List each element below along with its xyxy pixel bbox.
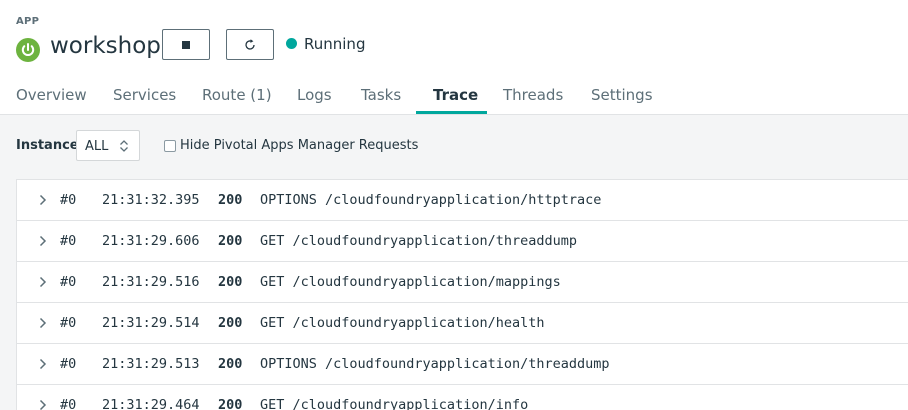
trace-time: 21:31:29.516: [102, 274, 200, 290]
trace-status-code: 200: [218, 356, 243, 372]
tab-overview[interactable]: Overview: [16, 86, 87, 104]
trace-time: 21:31:29.464: [102, 397, 200, 410]
trace-list: #0 21:31:32.395 200 OPTIONS /cloudfoundr…: [16, 179, 908, 410]
stop-app-button[interactable]: [162, 29, 210, 60]
trace-row[interactable]: #0 21:31:29.514 200 GET /cloudfoundryapp…: [17, 303, 908, 344]
trace-id: #0: [60, 192, 77, 208]
chevron-right-icon[interactable]: [38, 358, 48, 370]
tab-logs[interactable]: Logs: [297, 86, 332, 104]
trace-row[interactable]: #0 21:31:29.516 200 GET /cloudfoundryapp…: [17, 262, 908, 303]
trace-id: #0: [60, 397, 77, 410]
tab-threads[interactable]: Threads: [503, 86, 563, 104]
sort-arrows-icon: [120, 140, 128, 152]
tab-settings[interactable]: Settings: [591, 86, 653, 104]
trace-request: OPTIONS /cloudfoundryapplication/threadd…: [260, 356, 610, 372]
trace-row[interactable]: #0 21:31:29.464 200 GET /cloudfoundryapp…: [17, 385, 908, 410]
trace-request: GET /cloudfoundryapplication/info: [260, 397, 529, 410]
stop-icon: [182, 41, 190, 49]
trace-request: GET /cloudfoundryapplication/threaddump: [260, 233, 577, 249]
trace-panel: Instance ALL Hide Pivotal Apps Manager R…: [0, 114, 908, 410]
restart-app-button[interactable]: [226, 29, 274, 60]
app-status: Running: [304, 35, 366, 53]
trace-time: 21:31:29.514: [102, 315, 200, 331]
chevron-right-icon[interactable]: [38, 276, 48, 288]
trace-id: #0: [60, 356, 77, 372]
chevron-right-icon[interactable]: [38, 194, 48, 206]
chevron-right-icon[interactable]: [38, 399, 48, 410]
trace-time: 21:31:32.395: [102, 192, 200, 208]
app-name: workshop: [50, 33, 161, 59]
trace-status-code: 200: [218, 315, 243, 331]
hide-requests-checkbox[interactable]: [164, 140, 176, 152]
trace-row[interactable]: #0 21:31:32.395 200 OPTIONS /cloudfoundr…: [17, 180, 908, 221]
tab-route[interactable]: Route (1): [202, 86, 272, 104]
trace-status-code: 200: [218, 397, 243, 410]
hide-requests-label[interactable]: Hide Pivotal Apps Manager Requests: [180, 138, 418, 153]
trace-status-code: 200: [218, 233, 243, 249]
trace-id: #0: [60, 233, 77, 249]
trace-status-code: 200: [218, 274, 243, 290]
instance-select-value: ALL: [85, 139, 109, 154]
app-tabs: Overview Services Route (1) Logs Tasks T…: [0, 78, 908, 114]
power-icon: [16, 38, 40, 62]
instance-label: Instance: [16, 138, 79, 153]
trace-time: 21:31:29.513: [102, 356, 200, 372]
trace-row[interactable]: #0 21:31:29.606 200 GET /cloudfoundryapp…: [17, 221, 908, 262]
instance-select[interactable]: ALL: [76, 130, 140, 161]
trace-request: OPTIONS /cloudfoundryapplication/httptra…: [260, 192, 602, 208]
trace-request: GET /cloudfoundryapplication/mappings: [260, 274, 561, 290]
trace-time: 21:31:29.606: [102, 233, 200, 249]
tab-trace[interactable]: Trace: [433, 86, 478, 104]
status-indicator: [286, 38, 297, 49]
tab-services[interactable]: Services: [113, 86, 176, 104]
trace-row[interactable]: #0 21:31:29.513 200 OPTIONS /cloudfoundr…: [17, 344, 908, 385]
trace-id: #0: [60, 274, 77, 290]
trace-id: #0: [60, 315, 77, 331]
chevron-right-icon[interactable]: [38, 235, 48, 247]
chevron-right-icon[interactable]: [38, 317, 48, 329]
app-header: APP workshop Running Overview Services R…: [0, 0, 908, 114]
app-section-label: APP: [16, 16, 40, 27]
trace-request: GET /cloudfoundryapplication/health: [260, 315, 545, 331]
trace-status-code: 200: [218, 192, 243, 208]
tab-tasks[interactable]: Tasks: [361, 86, 401, 104]
restart-icon: [245, 39, 255, 50]
